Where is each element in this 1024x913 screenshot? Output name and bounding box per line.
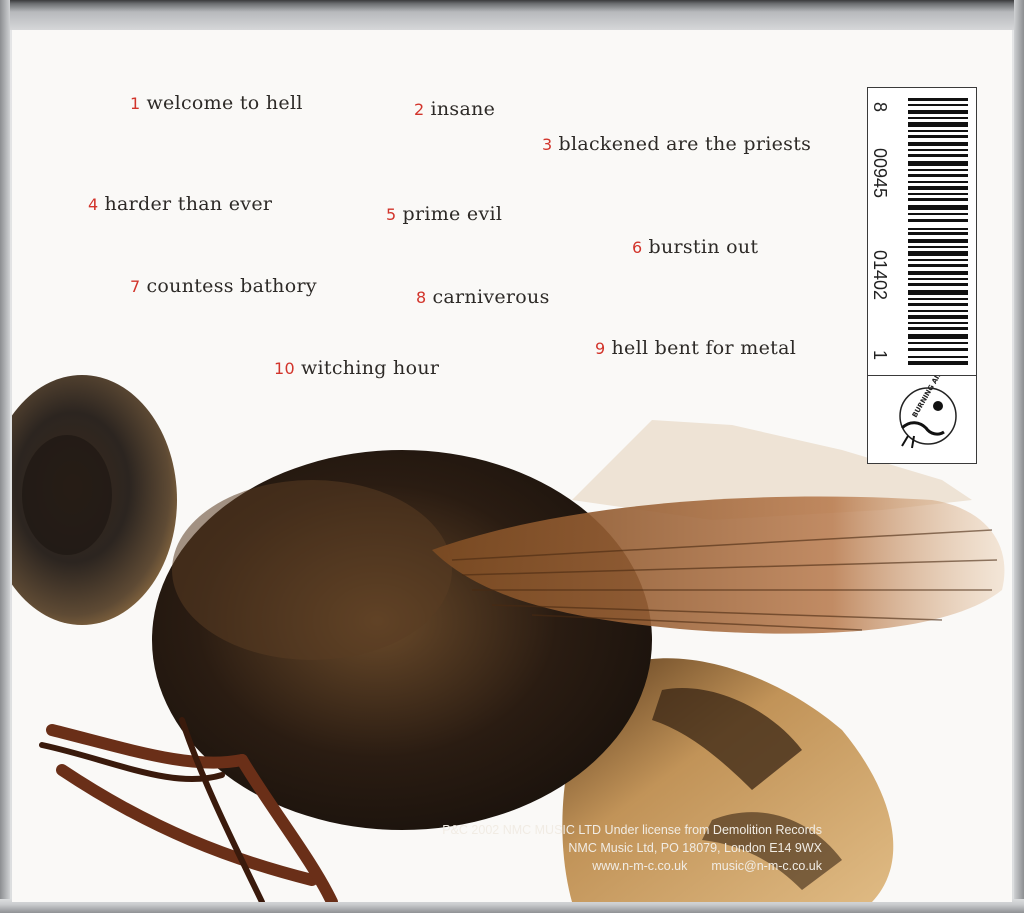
track-number: 9 [595, 339, 606, 358]
track-title: burstin out [648, 236, 759, 258]
barcode-prefix: 8 [870, 102, 890, 113]
track-number: 1 [130, 94, 141, 113]
copyright-line: P&C 2002 NMC MUSIC LTD Under license fro… [442, 823, 822, 837]
insect-artwork [12, 375, 1005, 902]
email-link[interactable]: music@n-m-c.co.uk [711, 857, 822, 875]
pinup-logo-icon: BURNING AIRLINES [899, 350, 957, 449]
track-title: witching hour [300, 357, 440, 379]
track-10: 10 witching hour [274, 357, 439, 379]
cd-jewel-case: 1 welcome to hell 2 insane 3 blackened are … [0, 0, 1024, 913]
track-title: harder than ever [104, 193, 273, 215]
track-number: 5 [386, 205, 397, 224]
track-4: 4 harder than ever [88, 193, 272, 215]
label-logo: BURNING AIRLINES [868, 350, 976, 462]
track-title: carniverous [432, 286, 550, 308]
case-top-edge [0, 0, 1024, 30]
case-left-edge [0, 0, 10, 913]
barcode-panel: 8 00945 01402 1 BURNING AIRLINES [867, 87, 977, 464]
barcode-bars [908, 98, 968, 365]
website-link[interactable]: www.n-m-c.co.uk [592, 857, 687, 875]
track-number: 3 [542, 135, 553, 154]
barcode-check-digit: 1 [870, 350, 890, 361]
credits: P&C 2002 NMC MUSIC LTD Under license fro… [442, 821, 822, 875]
track-title: blackened are the priests [558, 133, 812, 155]
track-title: hell bent for metal [611, 337, 797, 359]
track-8: 8 carniverous [416, 286, 550, 308]
back-cover-insert: 1 welcome to hell 2 insane 3 blackened are … [12, 30, 1012, 902]
track-6: 6 burstin out [632, 236, 758, 258]
track-1: 1 welcome to hell [130, 92, 303, 114]
track-3: 3 blackened are the priests [542, 133, 811, 155]
track-2: 2 insane [414, 98, 495, 120]
track-number: 2 [414, 100, 425, 119]
address-line: NMC Music Ltd, PO 18079, London E14 9WX [568, 841, 822, 855]
track-title: insane [430, 98, 496, 120]
track-title: welcome to hell [146, 92, 303, 114]
track-7: 7 countess bathory [130, 275, 317, 297]
track-title: prime evil [402, 203, 503, 225]
case-right-edge [1014, 0, 1024, 913]
track-number: 7 [130, 277, 141, 296]
track-number: 10 [274, 359, 295, 378]
barcode-group-1: 00945 [870, 148, 890, 199]
barcode: 8 00945 01402 1 [868, 88, 976, 376]
track-9: 9 hell bent for metal [595, 337, 796, 359]
track-number: 4 [88, 195, 99, 214]
contact-line: www.n-m-c.co.uk music@n-m-c.co.uk [442, 857, 822, 875]
track-title: countess bathory [146, 275, 317, 297]
track-number: 6 [632, 238, 643, 257]
track-number: 8 [416, 288, 427, 307]
barcode-group-2: 01402 [870, 250, 890, 301]
track-5: 5 prime evil [386, 203, 502, 225]
